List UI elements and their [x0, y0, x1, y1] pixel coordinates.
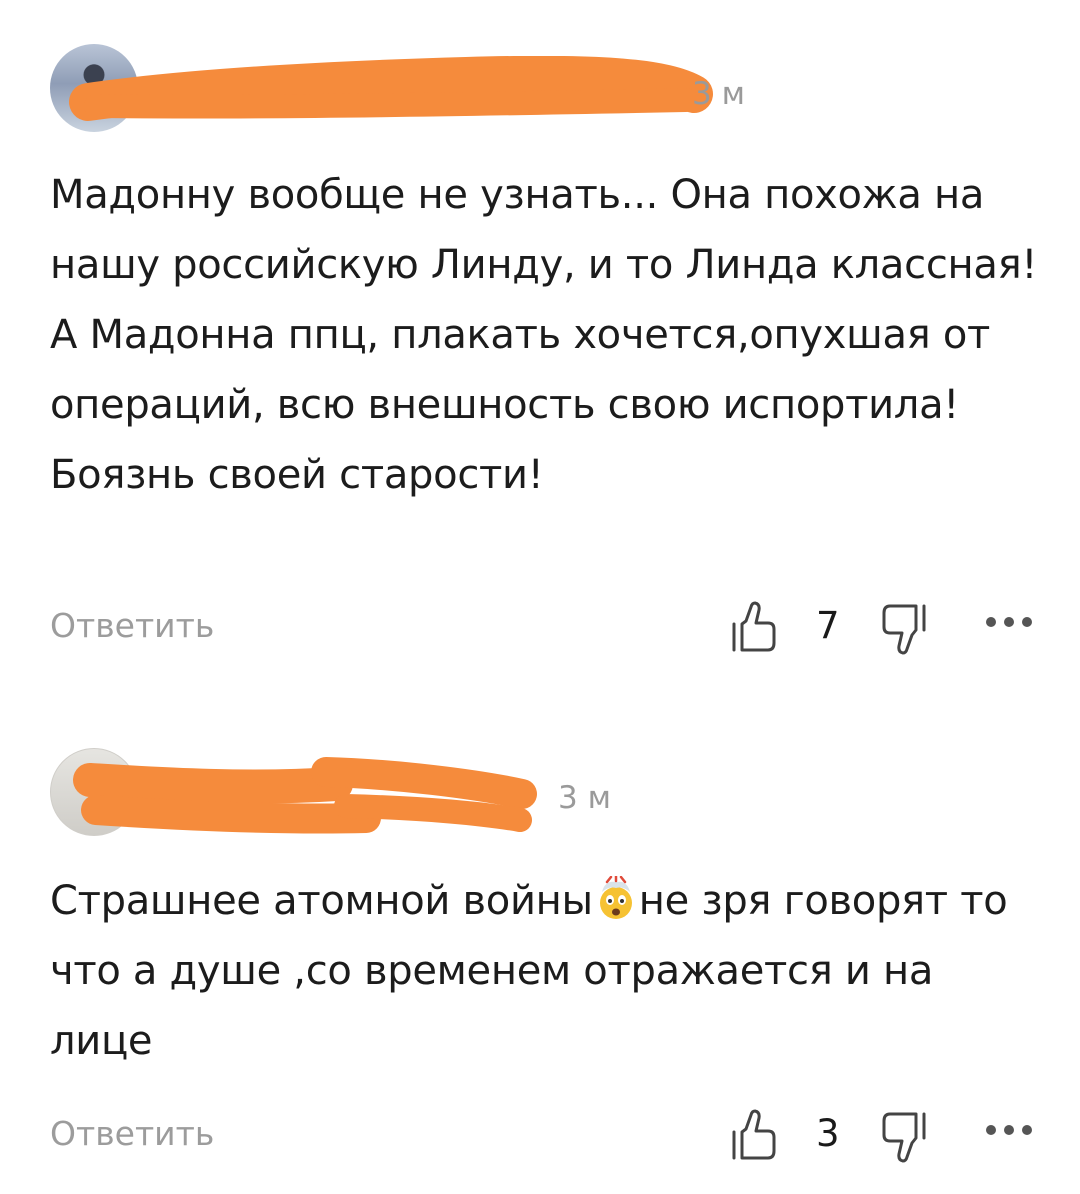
- comment-time: 3 м: [558, 780, 611, 816]
- avatar[interactable]: [50, 44, 138, 132]
- redaction-scribble: [73, 757, 537, 834]
- comment-text: Страшнее атомной войны не зря говорят то…: [50, 866, 1040, 1076]
- reply-button[interactable]: Ответить: [50, 606, 214, 645]
- comment-card: 3 м Страшнее атомной войны не зря говоря…: [0, 700, 1080, 1194]
- comment-text: Мадонну вообще не узнать... Она похожа н…: [50, 172, 1038, 498]
- comment-card: Симпатия 3 м Мадонну вообще не узнать...…: [0, 0, 1080, 700]
- thumbs-up-icon[interactable]: [728, 1106, 780, 1164]
- avatar[interactable]: [50, 748, 138, 836]
- thumbs-down-icon[interactable]: [878, 598, 930, 656]
- thumbs-up-icon[interactable]: [728, 598, 780, 656]
- thumbs-down-icon[interactable]: [878, 1106, 930, 1164]
- more-options-icon[interactable]: [982, 612, 1036, 632]
- comment-actions: 3: [728, 1106, 1040, 1166]
- more-options-icon[interactable]: [982, 1120, 1036, 1140]
- comment-text-part: Страшнее атомной войны: [50, 878, 593, 924]
- exploding-head-emoji: [599, 876, 632, 919]
- comment-time: 3 м: [692, 76, 745, 112]
- author-name[interactable]: Симпатия: [170, 72, 700, 112]
- comment-actions: 7: [728, 598, 1040, 658]
- like-count: 3: [816, 1112, 840, 1155]
- like-count: 7: [816, 604, 840, 647]
- reply-button[interactable]: Ответить: [50, 1114, 214, 1153]
